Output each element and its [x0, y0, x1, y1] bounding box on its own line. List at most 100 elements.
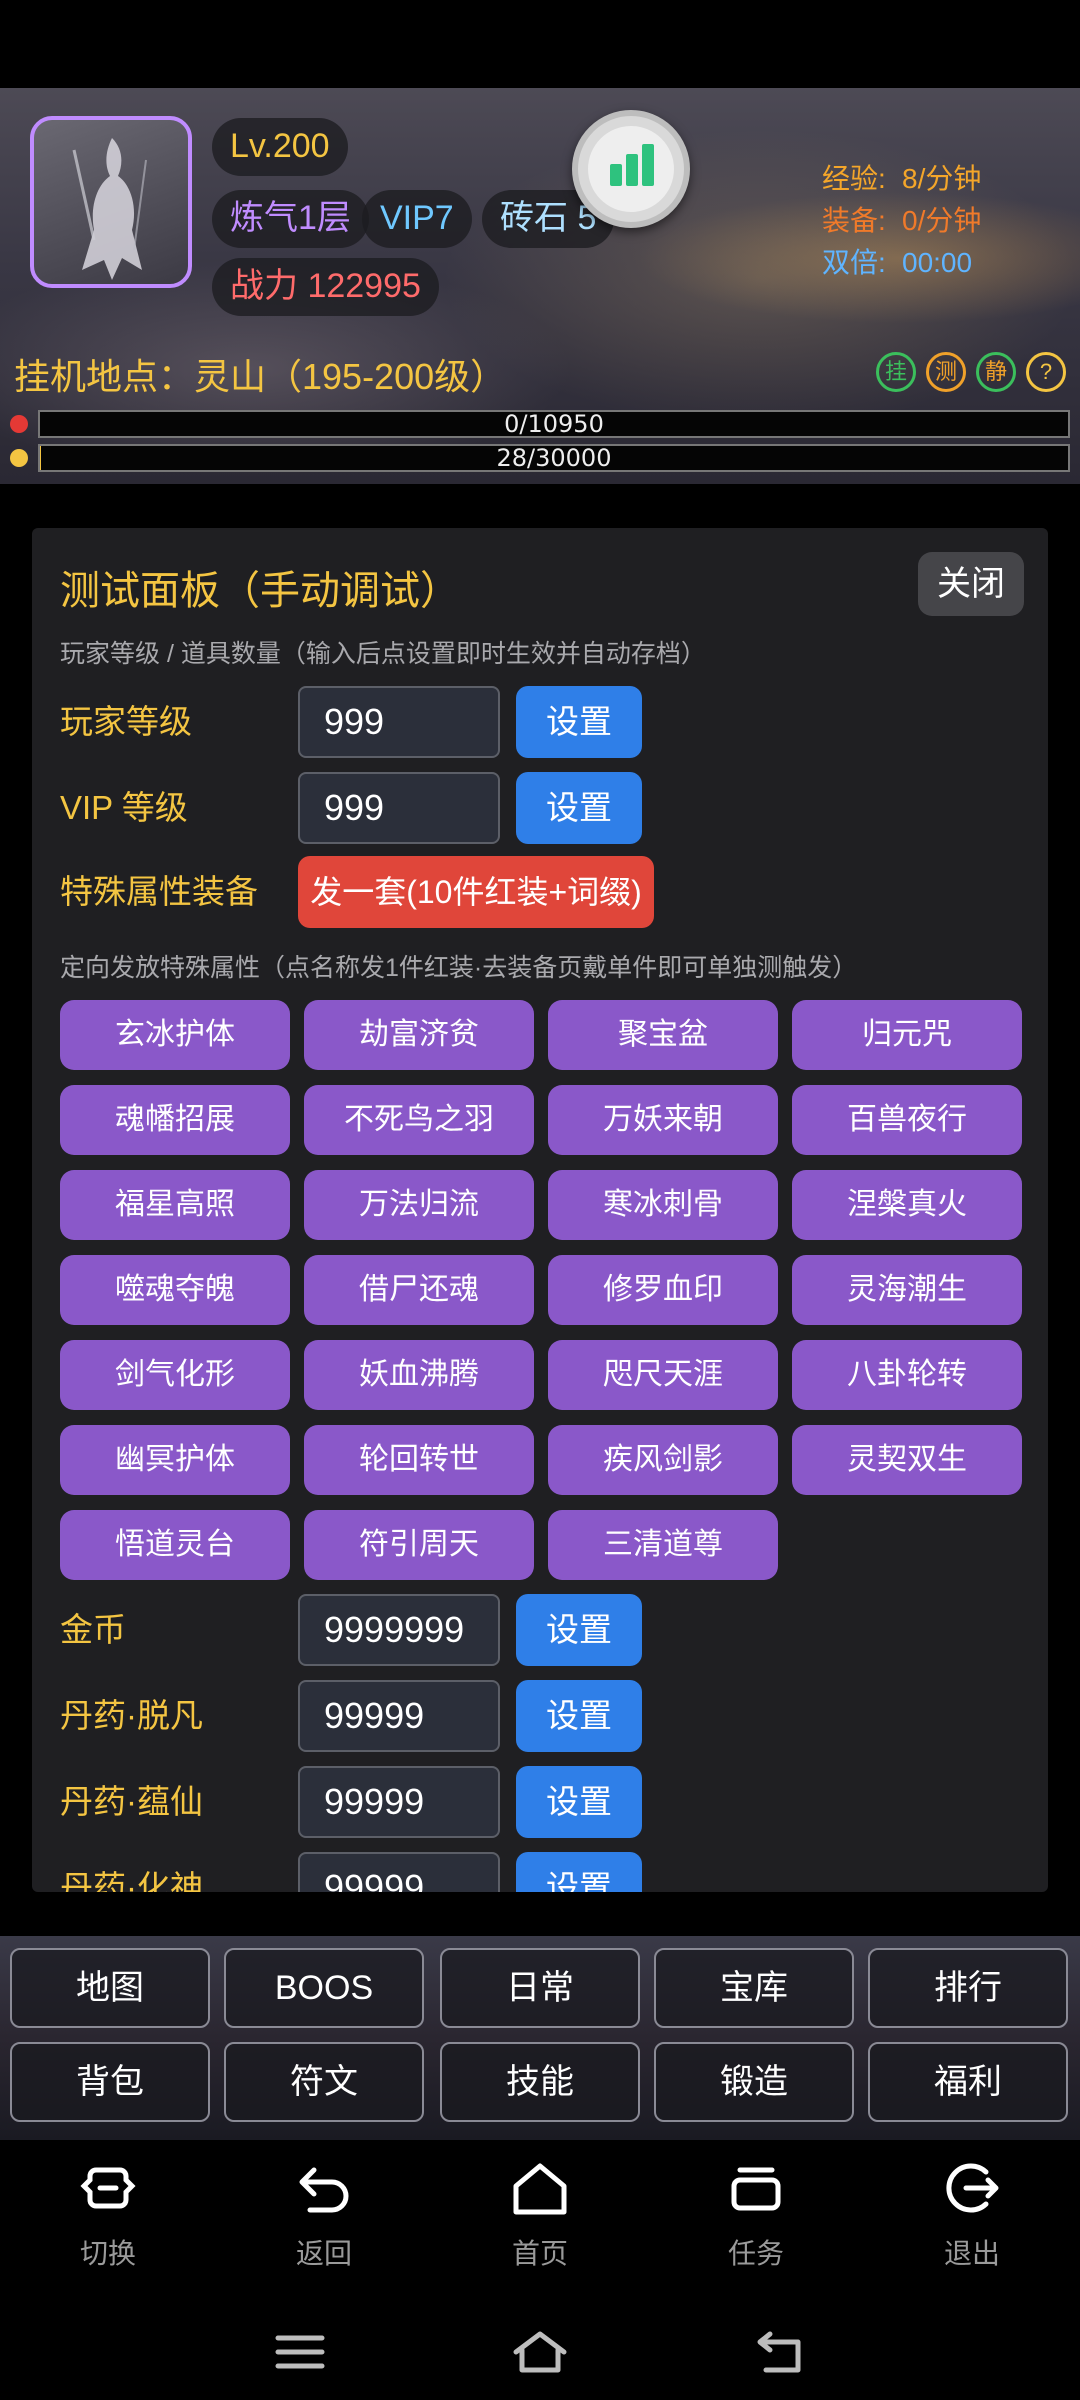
menu-welfare-button[interactable]: 福利	[868, 2042, 1068, 2122]
nav-task-label: 任务	[727, 2238, 784, 2269]
menu-boss-button[interactable]: BOOS	[224, 1948, 424, 2028]
nav-switch[interactable]: 切换	[48, 2156, 168, 2272]
home-icon[interactable]	[512, 2328, 568, 2376]
home-icon	[513, 2163, 567, 2215]
stats-icon-bar	[626, 154, 638, 186]
double-timer-value: 00:00	[902, 247, 973, 278]
vip-badge[interactable]: VIP7	[362, 190, 472, 248]
attribute-button[interactable]: 玄冰护体	[60, 1000, 290, 1070]
nav-task[interactable]: 任务	[696, 2156, 816, 2272]
attribute-button[interactable]: 魂幡招展	[60, 1085, 290, 1155]
player-level-label: 玩家等级	[60, 703, 192, 740]
attribute-button[interactable]: 妖血沸腾	[304, 1340, 534, 1410]
menu-forge-button[interactable]: 锻造	[654, 2042, 854, 2122]
exp-rate-key: 经验:	[822, 163, 886, 194]
menu-icon[interactable]	[272, 2328, 328, 2376]
player-level-row: 玩家等级 999 设置	[60, 686, 1020, 758]
menu-bag-button[interactable]: 背包	[10, 2042, 210, 2122]
exit-icon	[946, 2163, 999, 2213]
attribute-button[interactable]: 符引周天	[304, 1510, 534, 1580]
nav-exit[interactable]: 退出	[912, 2156, 1032, 2272]
attribute-button[interactable]: 寒冰刺骨	[548, 1170, 778, 1240]
attribute-button[interactable]: 噬魂夺魄	[60, 1255, 290, 1325]
attribute-button[interactable]: 涅槃真火	[792, 1170, 1022, 1240]
attribute-button[interactable]: 疾风剑影	[548, 1425, 778, 1495]
pill-huashen-input[interactable]: 99999	[298, 1852, 500, 1892]
mp-bar-row: 28/30000	[10, 442, 1070, 474]
attribute-button[interactable]: 剑气化形	[60, 1340, 290, 1410]
attribute-button[interactable]: 轮回转世	[304, 1425, 534, 1495]
attribute-button[interactable]: 灵海潮生	[792, 1255, 1022, 1325]
stats-button[interactable]	[572, 110, 690, 228]
menu-treasury-button[interactable]: 宝库	[654, 1948, 854, 2028]
nav-switch-label: 切换	[79, 2238, 136, 2269]
system-nav-bar	[0, 2300, 1080, 2400]
special-equip-row: 特殊属性装备 发一套(10件红装+词缀)	[60, 856, 1020, 928]
mp-progress-bar: 28/30000	[38, 444, 1070, 472]
gold-input[interactable]: 9999999	[298, 1594, 500, 1666]
mute-icon[interactable]: 静	[976, 352, 1016, 392]
attribute-button[interactable]: 不死鸟之羽	[304, 1085, 534, 1155]
exp-rate: 经验: 8/分钟	[822, 158, 1062, 200]
vip-level-input[interactable]: 999	[298, 772, 500, 844]
attribute-button[interactable]: 万妖来朝	[548, 1085, 778, 1155]
attribute-button[interactable]: 福星高照	[60, 1170, 290, 1240]
back-icon[interactable]	[752, 2328, 808, 2376]
attribute-button[interactable]: 百兽夜行	[792, 1085, 1022, 1155]
attribute-button[interactable]: 三清道尊	[548, 1510, 778, 1580]
menu-rune-button[interactable]: 符文	[224, 2042, 424, 2122]
gold-set-button[interactable]: 设置	[516, 1594, 642, 1666]
nav-back[interactable]: 返回	[264, 2156, 384, 2272]
attribute-button[interactable]: 修罗血印	[548, 1255, 778, 1325]
attribute-button[interactable]: 劫富济贫	[304, 1000, 534, 1070]
mp-progress-text: 28/30000	[496, 444, 612, 472]
pill-huashen-set-button[interactable]: 设置	[516, 1852, 642, 1892]
help-icon[interactable]: ?	[1026, 352, 1066, 392]
test-panel-icon[interactable]: 测	[926, 352, 966, 392]
equip-rate: 装备: 0/分钟	[822, 200, 1062, 242]
attribute-button[interactable]: 万法归流	[304, 1170, 534, 1240]
stats-chart-icon	[588, 126, 674, 212]
attribute-button[interactable]: 八卦轮转	[792, 1340, 1022, 1410]
double-timer-key: 双倍:	[822, 247, 886, 278]
character-avatar[interactable]	[30, 116, 192, 288]
stats-icon-bar	[642, 144, 654, 186]
attribute-button[interactable]: 咫尺天涯	[548, 1340, 778, 1410]
attribute-button[interactable]: 聚宝盆	[548, 1000, 778, 1070]
close-button[interactable]: 关闭	[918, 552, 1024, 616]
player-level-input[interactable]: 999	[298, 686, 500, 758]
pill-yunxian-set-button[interactable]: 设置	[516, 1766, 642, 1838]
pill-yunxian-label: 丹药·蕴仙	[60, 1783, 203, 1820]
pill-tuofan-set-button[interactable]: 设置	[516, 1680, 642, 1752]
task-icon	[731, 2167, 781, 2211]
stats-icon-bar	[610, 164, 622, 186]
mp-dot-icon	[10, 449, 28, 467]
menu-map-button[interactable]: 地图	[10, 1948, 210, 2028]
power-badge: 战力 122995	[212, 258, 439, 316]
hp-progress-text: 0/10950	[504, 410, 604, 438]
pill-tuofan-input[interactable]: 99999	[298, 1680, 500, 1752]
attribute-button[interactable]: 借尸还魂	[304, 1255, 534, 1325]
menu-ranking-button[interactable]: 排行	[868, 1948, 1068, 2028]
back-icon	[299, 2167, 349, 2213]
attribute-button[interactable]: 归元咒	[792, 1000, 1022, 1070]
panel-hint-top: 玩家等级 / 道具数量（输入后点设置即时生效并自动存档）	[60, 640, 706, 668]
pill-yunxian-input[interactable]: 99999	[298, 1766, 500, 1838]
app-bottom-nav: 切换 返回 首页 任务 退出	[0, 2140, 1080, 2300]
game-menu: 地图 BOOS 日常 宝库 排行 背包 符文 技能 锻造 福利	[0, 1936, 1080, 2140]
pill-huashen-row: 丹药·化神 99999 设置	[60, 1852, 1020, 1892]
equip-rate-value: 0/分钟	[902, 205, 982, 236]
player-level-set-button[interactable]: 设置	[516, 686, 642, 758]
nav-home[interactable]: 首页	[480, 2156, 600, 2272]
menu-skill-button[interactable]: 技能	[440, 2042, 640, 2122]
vip-level-label: VIP 等级	[60, 789, 188, 826]
idle-toggle-icon[interactable]: 挂	[876, 352, 916, 392]
idle-location[interactable]: 挂机地点：灵山（195-200级）	[14, 348, 506, 400]
attribute-button[interactable]: 悟道灵台	[60, 1510, 290, 1580]
menu-daily-button[interactable]: 日常	[440, 1948, 640, 2028]
vip-level-set-button[interactable]: 设置	[516, 772, 642, 844]
attribute-button[interactable]: 幽冥护体	[60, 1425, 290, 1495]
send-equip-set-button[interactable]: 发一套(10件红装+词缀)	[298, 856, 654, 928]
exp-rate-value: 8/分钟	[902, 163, 982, 194]
attribute-button[interactable]: 灵契双生	[792, 1425, 1022, 1495]
